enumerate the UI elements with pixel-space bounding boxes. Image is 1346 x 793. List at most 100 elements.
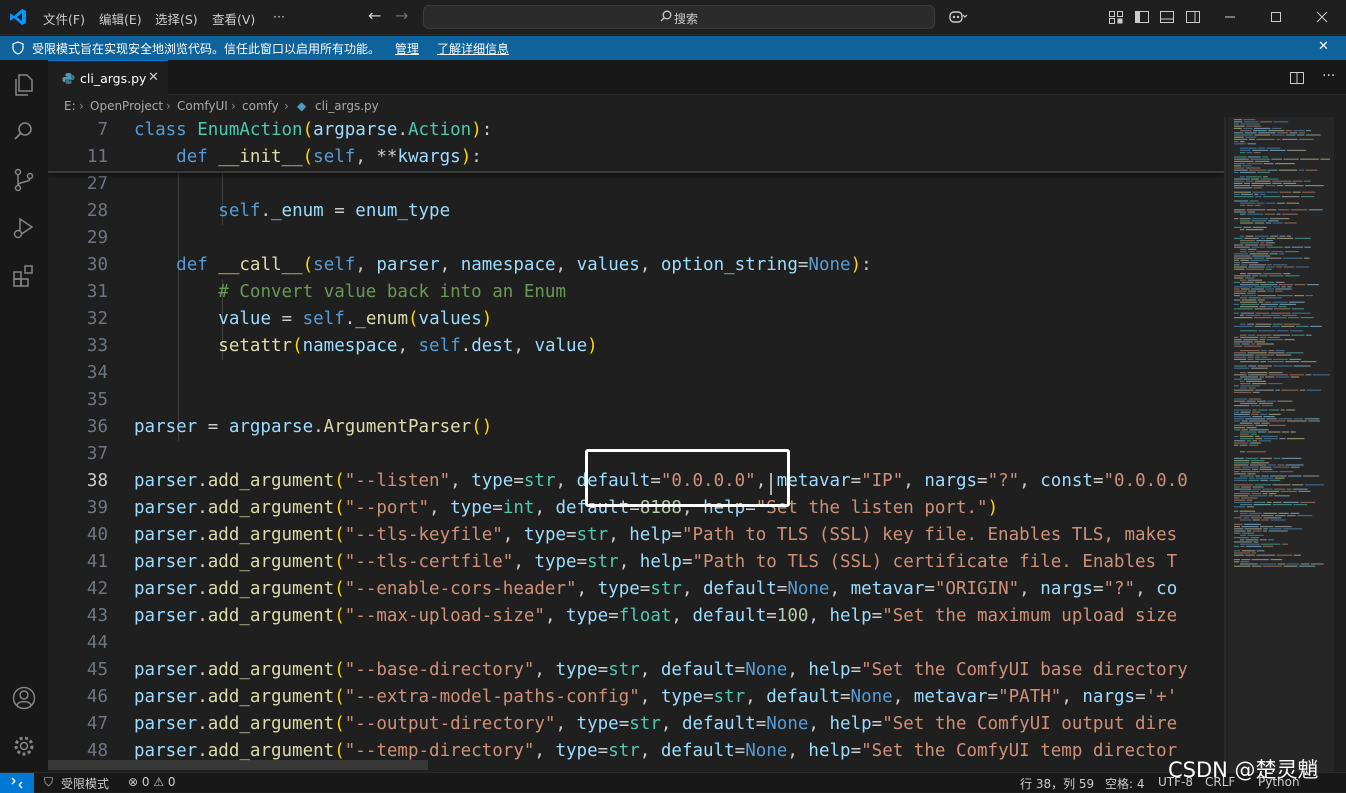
extensions-icon[interactable] bbox=[11, 263, 37, 289]
menu-edit[interactable]: 编辑(E) bbox=[99, 9, 142, 28]
explorer-icon[interactable] bbox=[11, 72, 37, 98]
minimap-line bbox=[1287, 420, 1307, 422]
cursor-position[interactable]: 行 38，列 59 bbox=[1020, 775, 1094, 792]
tab-cli-args[interactable]: cli_args.py ✕ bbox=[48, 60, 168, 95]
remote-indicator[interactable] bbox=[0, 773, 34, 793]
code-line[interactable]: 11 def __init__(self, **kwargs): bbox=[48, 144, 1224, 171]
code-line[interactable]: 29 bbox=[48, 225, 1224, 252]
minimap[interactable] bbox=[1224, 117, 1334, 772]
breadcrumb-comfyui[interactable]: ComfyUI bbox=[177, 99, 228, 113]
problems-status[interactable]: ⊗ 0 ⚠ 0 bbox=[128, 775, 176, 789]
breadcrumb-drive[interactable]: E: bbox=[64, 99, 76, 113]
minimap-line bbox=[1263, 438, 1278, 440]
minimap-line bbox=[1279, 191, 1292, 193]
code-line[interactable]: 44 bbox=[48, 630, 1224, 657]
menu-file[interactable]: 文件(F) bbox=[43, 9, 85, 28]
minimap-line bbox=[1251, 220, 1267, 222]
copilot-icon[interactable] bbox=[948, 9, 968, 25]
sticky-scroll-divider bbox=[48, 171, 1224, 173]
manage-link[interactable]: 管理 bbox=[395, 40, 419, 57]
code-line[interactable]: 36 parser = argparse.ArgumentParser() bbox=[48, 414, 1224, 441]
restricted-mode-status[interactable]: 受限模式 bbox=[61, 775, 109, 792]
tab-close-icon[interactable]: ✕ bbox=[148, 70, 159, 85]
code-line[interactable]: 30 def __call__(self, parser, namespace,… bbox=[48, 252, 1224, 279]
minimap-line bbox=[1248, 374, 1268, 376]
code-line[interactable]: 7 class EnumAction(argparse.Action): bbox=[48, 117, 1224, 144]
horizontal-scrollbar[interactable] bbox=[48, 760, 428, 770]
toggle-panel-icon[interactable] bbox=[1159, 9, 1175, 25]
line-number: 11 bbox=[86, 147, 108, 167]
close-window-icon[interactable] bbox=[1314, 9, 1330, 25]
minimap-line bbox=[1240, 545, 1245, 547]
code-line[interactable]: 28 self._enum = enum_type bbox=[48, 198, 1224, 225]
code-line[interactable]: 43 parser.add_argument("--max-upload-size… bbox=[48, 603, 1224, 630]
code-line[interactable]: 42 parser.add_argument("--enable-cors-hea… bbox=[48, 576, 1224, 603]
run-debug-icon[interactable] bbox=[11, 215, 37, 241]
customize-layout-icon[interactable] bbox=[1108, 9, 1124, 25]
code-line[interactable]: 31 # Convert value back into an Enum bbox=[48, 279, 1224, 306]
minimap-line bbox=[1268, 352, 1285, 354]
forward-arrow-icon[interactable]: → bbox=[395, 6, 408, 25]
minimap-line bbox=[1252, 519, 1260, 521]
menu-view[interactable]: 查看(V) bbox=[212, 9, 255, 28]
minimap-line bbox=[1256, 251, 1270, 253]
command-search-box[interactable]: 搜索 bbox=[423, 5, 935, 29]
code-line[interactable]: 40 parser.add_argument("--tls-keyfile", t… bbox=[48, 522, 1224, 549]
minimize-icon[interactable] bbox=[1222, 9, 1238, 25]
indentation-status[interactable]: 空格: 4 bbox=[1105, 775, 1145, 792]
learn-more-link[interactable]: 了解详细信息 bbox=[437, 40, 509, 57]
source-control-icon[interactable] bbox=[11, 167, 37, 193]
back-arrow-icon[interactable]: ← bbox=[368, 6, 381, 25]
code-line[interactable]: 35 bbox=[48, 387, 1224, 414]
minimap-line bbox=[1284, 323, 1301, 325]
minimap-line bbox=[1240, 251, 1247, 253]
line-number: 43 bbox=[86, 606, 108, 626]
code-line[interactable]: 27 bbox=[48, 171, 1224, 198]
minimap-line bbox=[1269, 149, 1286, 151]
toggle-primary-sidebar-icon[interactable] bbox=[1134, 9, 1150, 25]
breadcrumb-openproject[interactable]: OpenProject bbox=[90, 99, 163, 113]
code-editor[interactable]: 7 class EnumAction(argparse.Action): 11 de… bbox=[48, 117, 1346, 772]
minimap-line bbox=[1234, 290, 1247, 292]
minimap-line bbox=[1234, 405, 1250, 407]
breadcrumb-comfy[interactable]: comfy bbox=[242, 99, 279, 113]
code-line[interactable]: 32 value = self._enum(values) bbox=[48, 306, 1224, 333]
banner-close-icon[interactable]: ✕ bbox=[1318, 39, 1329, 54]
minimap-line bbox=[1234, 136, 1244, 138]
minimap-line bbox=[1240, 504, 1253, 506]
minimap-line bbox=[1292, 180, 1303, 182]
minimap-line bbox=[1240, 312, 1254, 314]
code-line[interactable]: 41 parser.add_argument("--tls-certfile", … bbox=[48, 549, 1224, 576]
minimap-line bbox=[1268, 372, 1283, 374]
minimap-line bbox=[1285, 361, 1300, 363]
minimap-line bbox=[1246, 506, 1255, 508]
code-line[interactable]: 34 bbox=[48, 360, 1224, 387]
menu-selection[interactable]: 选择(S) bbox=[155, 9, 198, 28]
minimap-line bbox=[1234, 286, 1253, 288]
maximize-icon[interactable] bbox=[1268, 9, 1284, 25]
minimap-line bbox=[1281, 431, 1289, 433]
settings-gear-icon[interactable] bbox=[11, 733, 37, 759]
line-number: 33 bbox=[86, 336, 108, 356]
minimap-line bbox=[1234, 259, 1239, 261]
code-line[interactable]: 46 parser.add_argument("--extra-model-pat… bbox=[48, 684, 1224, 711]
minimap-line bbox=[1248, 156, 1261, 158]
minimap-line bbox=[1246, 427, 1257, 429]
code-line[interactable]: 33 setattr(namespace, self.dest, value) bbox=[48, 333, 1224, 360]
menu-more[interactable]: ··· bbox=[273, 9, 285, 24]
minimap-line bbox=[1255, 358, 1272, 360]
line-number: 28 bbox=[86, 201, 108, 221]
minimap-line bbox=[1295, 266, 1309, 268]
breadcrumb-file[interactable]: cli_args.py bbox=[315, 99, 379, 113]
split-editor-icon[interactable] bbox=[1290, 71, 1304, 85]
minimap-line bbox=[1234, 356, 1247, 358]
toggle-secondary-sidebar-icon[interactable] bbox=[1185, 9, 1201, 25]
accounts-icon[interactable] bbox=[11, 685, 37, 711]
code-line[interactable]: 47 parser.add_argument("--output-director… bbox=[48, 711, 1224, 738]
minimap-line bbox=[1234, 180, 1245, 182]
code-line[interactable]: 45 parser.add_argument("--base-directory"… bbox=[48, 657, 1224, 684]
search-sidebar-icon[interactable] bbox=[11, 119, 37, 145]
more-actions-icon[interactable]: ··· bbox=[1322, 68, 1335, 84]
minimap-line bbox=[1234, 413, 1250, 415]
minimap-line bbox=[1297, 515, 1313, 517]
